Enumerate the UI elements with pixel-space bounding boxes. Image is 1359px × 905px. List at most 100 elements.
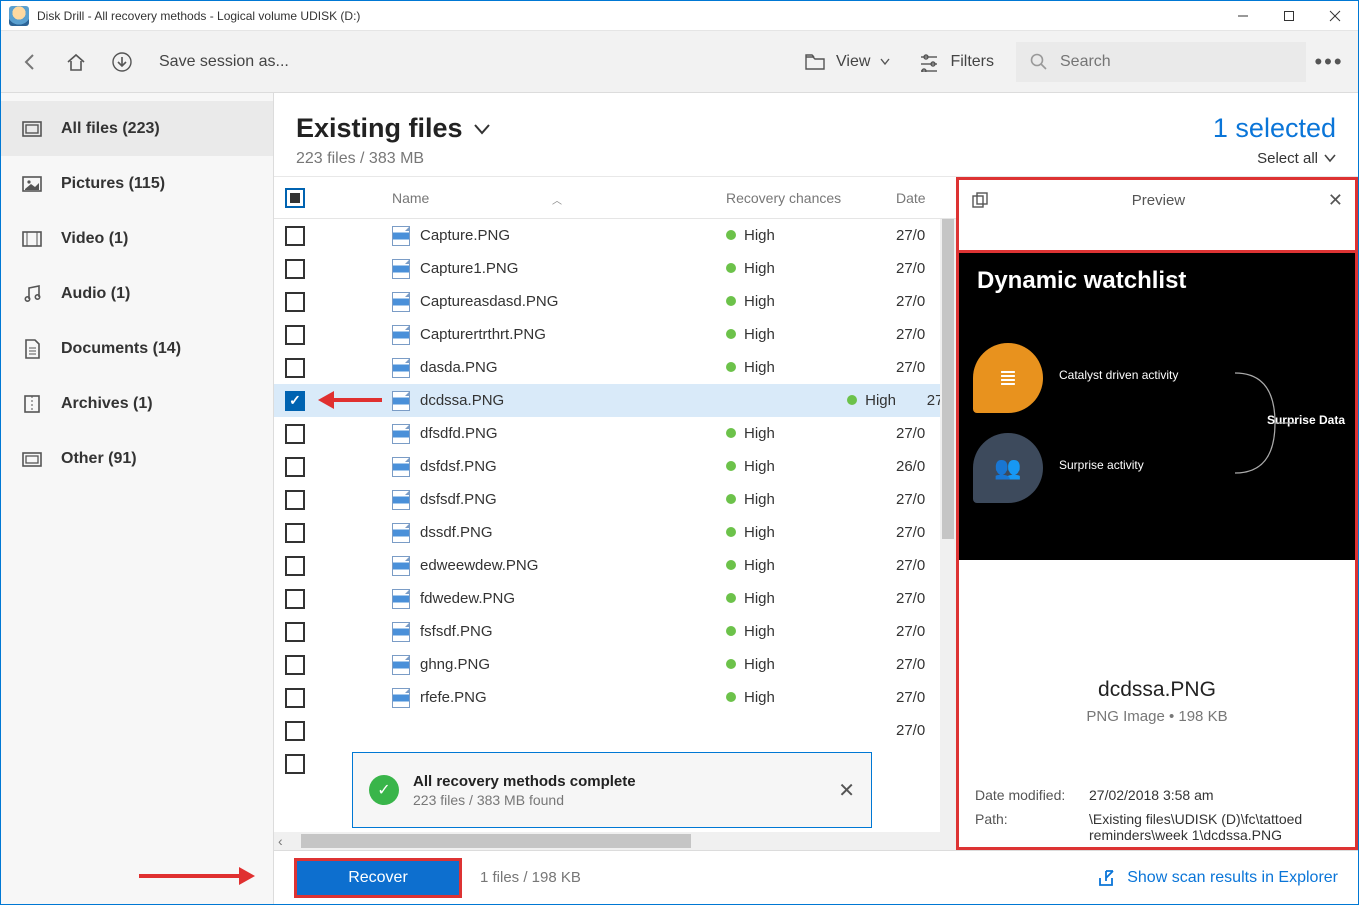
table-row[interactable]: fdwedew.PNGHigh27/0 <box>274 582 956 615</box>
file-icon <box>392 589 410 609</box>
table-row[interactable]: rfefe.PNGHigh27/0 <box>274 681 956 714</box>
sidebar-item-label: Pictures (115) <box>61 175 165 193</box>
picture-icon <box>21 173 43 195</box>
path-label: Path: <box>975 811 1085 843</box>
sidebar-item-pictures[interactable]: Pictures (115) <box>1 156 273 211</box>
row-checkbox[interactable] <box>285 655 305 675</box>
sidebar-item-label: Other (91) <box>61 450 137 468</box>
table-row[interactable]: Capturertrthrt.PNGHigh27/0 <box>274 318 956 351</box>
table-row[interactable]: fsfsdf.PNGHigh27/0 <box>274 615 956 648</box>
file-name: dcdssa.PNG <box>420 392 504 409</box>
table-row[interactable]: dasda.PNGHigh27/0 <box>274 351 956 384</box>
sidebar-item-label: Audio (1) <box>61 285 130 303</box>
file-icon <box>392 622 410 642</box>
view-menu[interactable]: View <box>790 39 904 85</box>
row-checkbox[interactable] <box>285 358 305 378</box>
status-dot-icon <box>726 230 736 240</box>
select-all-button[interactable]: Select all <box>1213 150 1336 167</box>
row-checkbox[interactable] <box>285 490 305 510</box>
close-button[interactable] <box>1312 1 1358 31</box>
recover-button[interactable]: Recover <box>294 858 462 898</box>
sidebar-item-other[interactable]: Other (91) <box>1 431 273 486</box>
folder-icon <box>804 52 826 72</box>
home-button[interactable] <box>53 39 99 85</box>
file-name: Capture1.PNG <box>420 260 518 277</box>
toast-title: All recovery methods complete <box>413 773 824 790</box>
vertical-scrollbar[interactable] <box>940 219 956 832</box>
annotation-arrow-icon <box>139 867 255 885</box>
table-body: Capture.PNGHigh27/0Capture1.PNGHigh27/0C… <box>274 219 956 832</box>
row-checkbox[interactable] <box>285 391 305 411</box>
file-name: Captureasdasd.PNG <box>420 293 558 310</box>
row-checkbox[interactable] <box>285 622 305 642</box>
search-box[interactable] <box>1016 42 1306 82</box>
search-input[interactable] <box>1060 53 1292 71</box>
status-dot-icon <box>726 461 736 471</box>
toast-close-button[interactable]: ✕ <box>838 778 855 803</box>
row-checkbox[interactable] <box>285 457 305 477</box>
col-name[interactable]: ︿Name <box>388 190 726 206</box>
maximize-button[interactable] <box>1266 1 1312 31</box>
file-icon <box>392 523 410 543</box>
horizontal-scrollbar[interactable]: ‹ <box>274 832 956 850</box>
table-row[interactable]: 27/0 <box>274 714 956 747</box>
show-in-explorer-button[interactable]: Show scan results in Explorer <box>1097 869 1338 887</box>
col-recovery[interactable]: Recovery chances <box>726 190 896 206</box>
table-row[interactable]: dsfsdf.PNGHigh27/0 <box>274 483 956 516</box>
table-row[interactable]: dssdf.PNGHigh27/0 <box>274 516 956 549</box>
file-name: fdwedew.PNG <box>420 590 515 607</box>
chevron-down-icon <box>880 58 890 66</box>
document-icon <box>21 338 43 360</box>
more-button[interactable]: ••• <box>1306 49 1352 75</box>
table-row[interactable]: Capture1.PNGHigh27/0 <box>274 252 956 285</box>
sidebar-item-all-files[interactable]: All files (223) <box>1 101 273 156</box>
sidebar-item-archives[interactable]: Archives (1) <box>1 376 273 431</box>
sidebar-item-documents[interactable]: Documents (14) <box>1 321 273 376</box>
file-icon <box>392 259 410 279</box>
row-checkbox[interactable] <box>285 754 305 774</box>
preview-typesize: PNG Image • 198 KB <box>975 708 1339 725</box>
sidebar-item-video[interactable]: Video (1) <box>1 211 273 266</box>
sidebar-item-audio[interactable]: Audio (1) <box>1 266 273 321</box>
col-date[interactable]: Date <box>896 190 956 206</box>
filters-button[interactable]: Filters <box>904 39 1008 85</box>
footer: Recover 1 files / 198 KB Show scan resul… <box>274 850 1358 904</box>
row-checkbox[interactable] <box>285 424 305 444</box>
table-row[interactable]: ghng.PNGHigh27/0 <box>274 648 956 681</box>
file-name: Capturertrthrt.PNG <box>420 326 546 343</box>
file-icon <box>392 655 410 675</box>
file-icon <box>392 424 410 444</box>
row-checkbox[interactable] <box>285 523 305 543</box>
status-dot-icon <box>726 428 736 438</box>
toast: ✓ All recovery methods complete 223 file… <box>352 752 872 828</box>
row-checkbox[interactable] <box>285 688 305 708</box>
row-checkbox[interactable] <box>285 589 305 609</box>
row-checkbox[interactable] <box>285 325 305 345</box>
copy-icon[interactable] <box>971 191 989 209</box>
row-checkbox[interactable] <box>285 721 305 741</box>
filters-label: Filters <box>950 53 994 71</box>
table-row[interactable]: Capture.PNGHigh27/0 <box>274 219 956 252</box>
minimize-button[interactable] <box>1220 1 1266 31</box>
back-button[interactable] <box>7 39 53 85</box>
status-dot-icon <box>726 329 736 339</box>
table-row[interactable]: edweewdew.PNGHigh27/0 <box>274 549 956 582</box>
header-checkbox[interactable] <box>285 188 305 208</box>
file-icon <box>392 292 410 312</box>
row-checkbox[interactable] <box>285 292 305 312</box>
status-dot-icon <box>726 527 736 537</box>
row-checkbox[interactable] <box>285 226 305 246</box>
row-checkbox[interactable] <box>285 259 305 279</box>
preview-close-button[interactable]: ✕ <box>1328 190 1343 211</box>
page-title[interactable]: Existing files <box>296 113 1213 144</box>
table-row[interactable]: dfsdfd.PNGHigh27/0 <box>274 417 956 450</box>
row-checkbox[interactable] <box>285 556 305 576</box>
other-icon <box>21 448 43 470</box>
save-session-label[interactable]: Save session as... <box>159 53 790 71</box>
search-icon <box>1030 53 1048 71</box>
file-name: dsfsdf.PNG <box>420 491 497 508</box>
download-button[interactable] <box>99 39 145 85</box>
table-row[interactable]: Captureasdasd.PNGHigh27/0 <box>274 285 956 318</box>
table-row[interactable]: dsfdsf.PNGHigh26/0 <box>274 450 956 483</box>
window-title: Disk Drill - All recovery methods - Logi… <box>37 9 1220 23</box>
